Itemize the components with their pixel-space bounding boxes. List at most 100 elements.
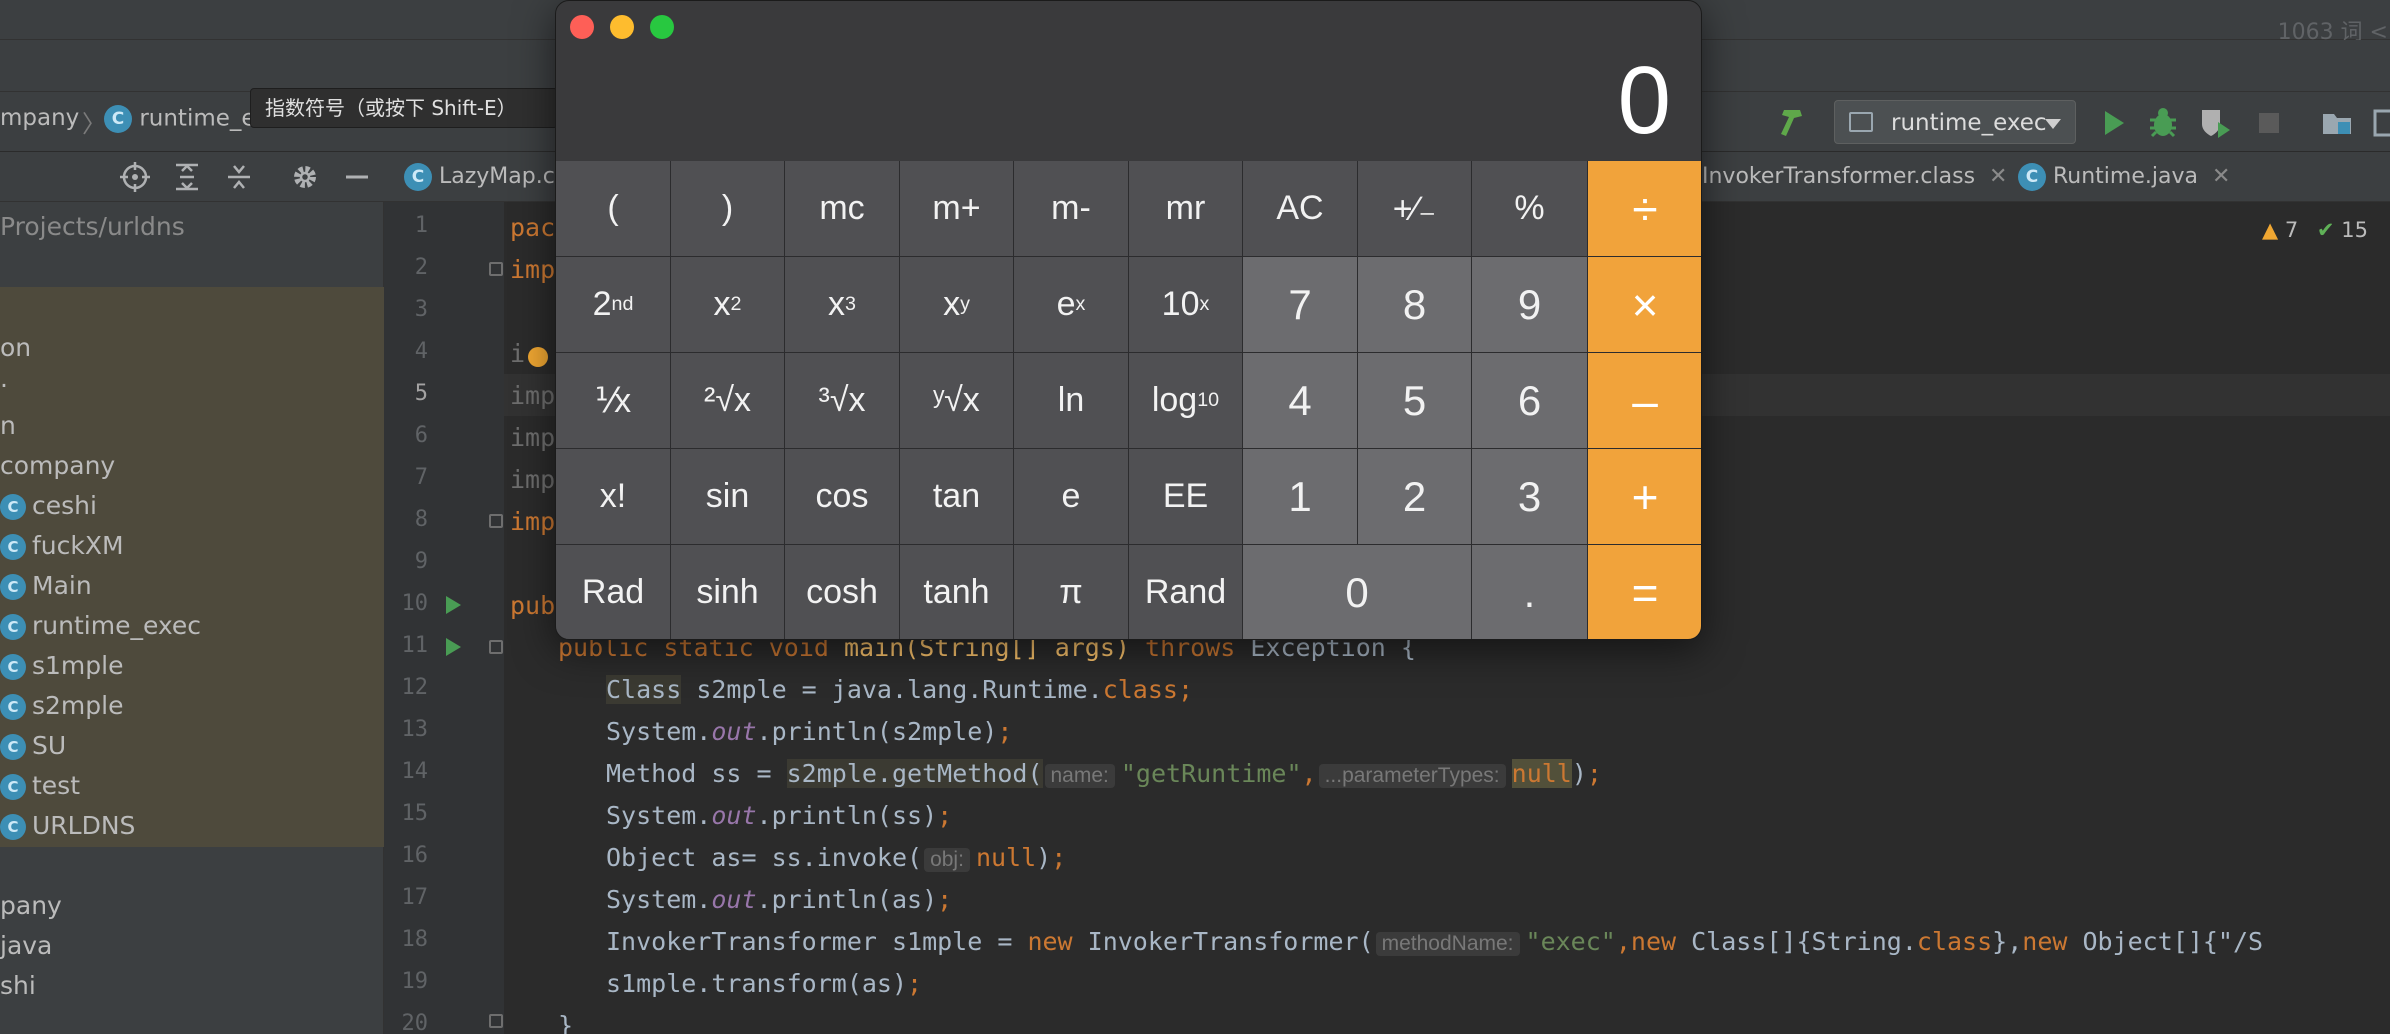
all-clear-button[interactable]: AC (1243, 161, 1358, 257)
power-button[interactable]: xy (900, 257, 1014, 353)
memory-clear-button[interactable]: mc (785, 161, 900, 257)
coverage-shield-icon[interactable] (2198, 106, 2232, 140)
fold-icon[interactable] (489, 262, 503, 276)
decimal-point-button[interactable]: . (1472, 545, 1588, 639)
second-function-button[interactable]: 2nd (556, 257, 671, 353)
build-hammer-icon[interactable] (1776, 106, 1810, 140)
tree-item[interactable]: · (0, 371, 8, 400)
random-button[interactable]: Rand (1129, 545, 1243, 639)
breadcrumb-separator: 〉 (82, 110, 106, 138)
code-line: s1mple.transform(as); (606, 969, 923, 998)
tree-item-urldns[interactable]: C URLDNS (0, 811, 135, 840)
run-gutter-icon[interactable] (446, 596, 461, 614)
tree-item[interactable]: on (0, 333, 31, 362)
square-button[interactable]: x2 (671, 257, 785, 353)
fold-icon[interactable] (489, 640, 503, 654)
tree-item-s1mple[interactable]: Cs1mple (0, 651, 123, 680)
add-button[interactable]: + (1588, 449, 1701, 545)
subtract-button[interactable]: – (1588, 353, 1701, 449)
run-configuration-select[interactable]: runtime_exec (1834, 100, 2076, 144)
tree-item-runtime-exec[interactable]: Cruntime_exec (0, 611, 201, 640)
project-structure-icon[interactable] (2320, 106, 2354, 140)
tree-item[interactable]: company (0, 451, 115, 480)
breadcrumb-package[interactable]: mpany (0, 105, 79, 131)
tab-runtime-java[interactable]: C Runtime.java ✕ (2018, 152, 2250, 202)
minimize-icon[interactable] (342, 162, 372, 192)
cube-root-button[interactable]: ³√x (785, 353, 900, 449)
equals-button[interactable]: = (1588, 545, 1701, 639)
digit-1-button[interactable]: 1 (1243, 449, 1358, 545)
tree-item-su[interactable]: C SU (0, 731, 66, 760)
digit-2-button[interactable]: 2 (1358, 449, 1472, 545)
tab-lazymap[interactable]: C LazyMap.cl (404, 152, 561, 202)
reciprocal-button[interactable]: ⅟x (556, 353, 671, 449)
memory-recall-button[interactable]: mr (1129, 161, 1243, 257)
close-icon[interactable]: ✕ (2212, 164, 2230, 189)
tree-item[interactable]: shi (0, 971, 36, 1000)
zoom-window-icon[interactable] (650, 15, 674, 39)
sinh-button[interactable]: sinh (671, 545, 785, 639)
exponent-ee-button[interactable]: EE (1129, 449, 1243, 545)
fold-icon[interactable] (489, 514, 503, 528)
factorial-button[interactable]: x! (556, 449, 671, 545)
expand-all-icon[interactable] (172, 162, 202, 192)
percent-button[interactable]: % (1472, 161, 1588, 257)
collapse-all-icon[interactable] (224, 162, 254, 192)
open-paren-button[interactable]: ( (556, 161, 671, 257)
run-gutter-icon[interactable] (446, 638, 461, 656)
digit-6-button[interactable]: 6 (1472, 353, 1588, 449)
inspection-widget[interactable]: ▲ 7 ✔ 15 (2262, 218, 2368, 242)
tanh-button[interactable]: tanh (900, 545, 1014, 639)
close-window-icon[interactable] (570, 15, 594, 39)
tree-item-s2mple[interactable]: Cs2mple (0, 691, 123, 720)
nth-root-button[interactable]: ʸ√x (900, 353, 1014, 449)
euler-button[interactable]: e (1014, 449, 1129, 545)
digit-3-button[interactable]: 3 (1472, 449, 1588, 545)
digit-7-button[interactable]: 7 (1243, 257, 1358, 353)
sin-button[interactable]: sin (671, 449, 785, 545)
digit-0-button[interactable]: 0 (1243, 545, 1472, 639)
tree-item-test[interactable]: Ctest (0, 771, 80, 800)
log10-button[interactable]: log 10 (1129, 353, 1243, 449)
gear-icon[interactable] (290, 162, 320, 192)
cos-button[interactable]: cos (785, 449, 900, 545)
square-root-button[interactable]: ²√x (671, 353, 785, 449)
digit-9-button[interactable]: 9 (1472, 257, 1588, 353)
memory-subtract-button[interactable]: m- (1014, 161, 1129, 257)
debug-bug-icon[interactable] (2146, 106, 2180, 140)
pi-button[interactable]: π (1014, 545, 1129, 639)
cube-button[interactable]: x3 (785, 257, 900, 353)
tree-item[interactable]: java (0, 931, 52, 960)
ten-power-button[interactable]: 10 x (1129, 257, 1243, 353)
run-icon[interactable] (2096, 106, 2130, 140)
fold-icon[interactable] (489, 1014, 503, 1028)
tab-invokertransformer[interactable]: InvokerTransformer.class ✕ (1702, 152, 2007, 202)
line-number: 16 (401, 843, 429, 868)
divide-button[interactable]: ÷ (1588, 161, 1701, 257)
tree-item[interactable]: n (0, 411, 16, 440)
cosh-button[interactable]: cosh (785, 545, 900, 639)
layout-icon[interactable] (2372, 106, 2390, 140)
tree-item-ceshi[interactable]: Cceshi (0, 491, 97, 520)
intention-bulb-icon[interactable] (528, 347, 548, 367)
close-icon[interactable]: ✕ (1989, 164, 2007, 189)
radians-button[interactable]: Rad (556, 545, 671, 639)
class-icon: C (0, 614, 26, 640)
digit-4-button[interactable]: 4 (1243, 353, 1358, 449)
tree-item[interactable]: pany (0, 891, 62, 920)
digit-5-button[interactable]: 5 (1358, 353, 1472, 449)
natural-log-button[interactable]: ln (1014, 353, 1129, 449)
multiply-button[interactable]: × (1588, 257, 1701, 353)
negate-button[interactable]: +∕₋ (1358, 161, 1472, 257)
tree-item-main[interactable]: C Main (0, 571, 92, 600)
stop-icon[interactable] (2252, 106, 2286, 140)
tan-button[interactable]: tan (900, 449, 1014, 545)
exp-button[interactable]: ex (1014, 257, 1129, 353)
minimize-window-icon[interactable] (610, 15, 634, 39)
close-paren-button[interactable]: ) (671, 161, 785, 257)
tree-item-fuckxm[interactable]: CfuckXM (0, 531, 124, 560)
memory-add-button[interactable]: m+ (900, 161, 1014, 257)
locate-crosshair-icon[interactable] (120, 162, 150, 192)
tree-item-label: URLDNS (32, 811, 136, 840)
digit-8-button[interactable]: 8 (1358, 257, 1472, 353)
